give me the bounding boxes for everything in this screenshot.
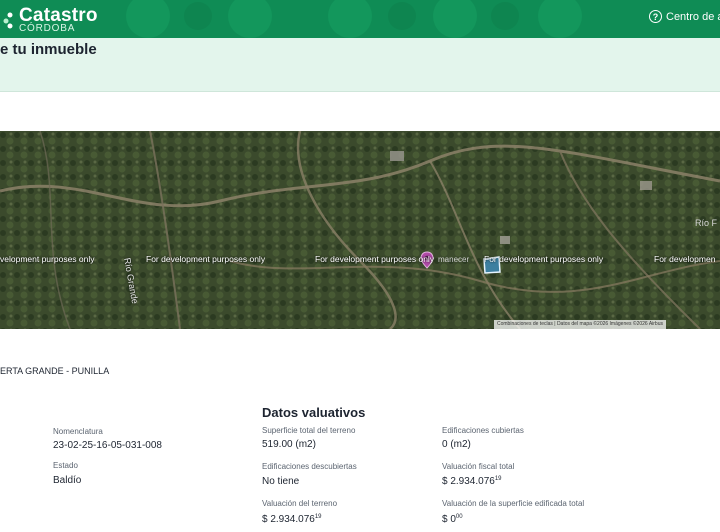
location-text: ERTA GRANDE - PUNILLA	[0, 366, 110, 376]
map-attribution[interactable]: Combinaciones de teclas | Datos del mapa…	[494, 320, 666, 329]
help-center-label: Centro de ay	[666, 10, 720, 23]
valuacion-terreno-label: Valuación del terreno	[262, 499, 338, 508]
superficie-value: 519.00 (m2)	[262, 439, 316, 450]
section-title-datos-valuativos: Datos valuativos	[262, 405, 366, 420]
page-title: e tu inmueble	[0, 41, 97, 58]
valuacion-fiscal-value: $ 2.934.07619	[442, 476, 502, 487]
valuacion-terreno-value: $ 2.934.07619	[262, 514, 322, 525]
edif-descubiertas-label: Edificaciones descubiertas	[262, 462, 357, 471]
estado-value: Baldío	[53, 475, 82, 486]
nomenclatura-label: Nomenclatura	[53, 427, 103, 436]
valuacion-edificada-value: $ 000	[442, 514, 463, 525]
map-watermark: For development purposes only	[315, 254, 435, 264]
map-watermark: For development purposes only	[484, 254, 604, 264]
edif-descubiertas-value: No tiene	[262, 476, 300, 487]
help-center-link[interactable]: ? Centro de ay	[649, 10, 720, 23]
map-label-rio-f: Río F	[695, 218, 718, 228]
brand-subtitle: CÓRDOBA	[19, 23, 76, 34]
title-band	[0, 38, 720, 92]
map-watermark: For developmen	[654, 254, 716, 264]
satellite-map[interactable]: Río Grande Río F manecer	[0, 131, 720, 329]
valuacion-fiscal-label: Valuación fiscal total	[442, 462, 515, 471]
top-bar: Catastro CÓRDOBA ? Centro de ay	[0, 0, 720, 38]
question-circle-icon: ?	[649, 10, 662, 23]
map-imagery	[0, 131, 720, 329]
edif-cubiertas-value: 0 (m2)	[442, 439, 471, 450]
nomenclatura-value: 23-02-25-16-05-031-008	[53, 440, 162, 451]
edif-cubiertas-label: Edificaciones cubiertas	[442, 426, 524, 435]
catastro-logo-icon	[3, 12, 13, 29]
map-label-amanecer: manecer	[438, 255, 470, 264]
valuacion-edificada-label: Valuación de la superficie edificada tot…	[442, 499, 585, 508]
header-pattern	[126, 0, 582, 38]
estado-label: Estado	[53, 461, 78, 470]
map-watermark: velopment purposes only	[0, 254, 95, 264]
map-watermark: For development purposes only	[146, 254, 266, 264]
superficie-label: Superficie total del terreno	[262, 426, 356, 435]
